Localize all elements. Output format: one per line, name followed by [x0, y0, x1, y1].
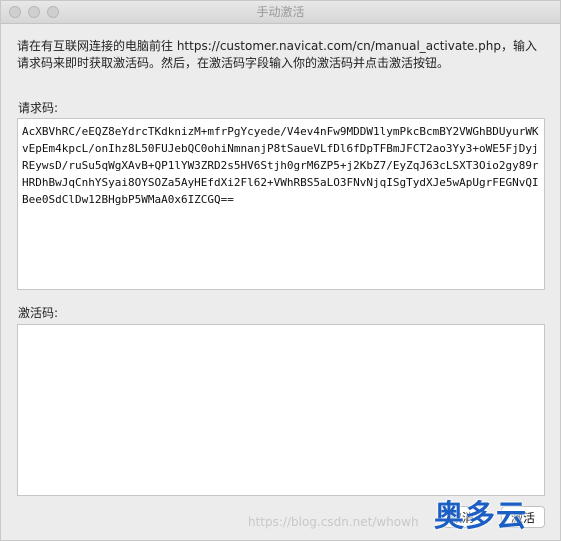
request-code-label: 请求码: [18, 101, 59, 115]
activation-code-label: 激活码: [18, 306, 59, 320]
window-title: 手动激活 [256, 5, 305, 19]
instruction-text: 请在有互联网连接的电脑前往 https://customer.navicat.c… [17, 39, 537, 70]
request-code-textarea[interactable]: AcXBVhRC/eEQZ8eYdrcTKdknizM+mfrPgYcyede/… [17, 118, 545, 290]
manual-activation-window: 手动激活 请在有互联网连接的电脑前往 https://customer.navi… [0, 0, 561, 541]
brand-logo-text: 奥多云 [434, 499, 527, 534]
blog-watermark: https://blog.csdn.net/whowh [248, 515, 419, 529]
activation-code-textarea[interactable] [17, 324, 545, 496]
title-bar[interactable]: 手动激活 [1, 1, 560, 24]
